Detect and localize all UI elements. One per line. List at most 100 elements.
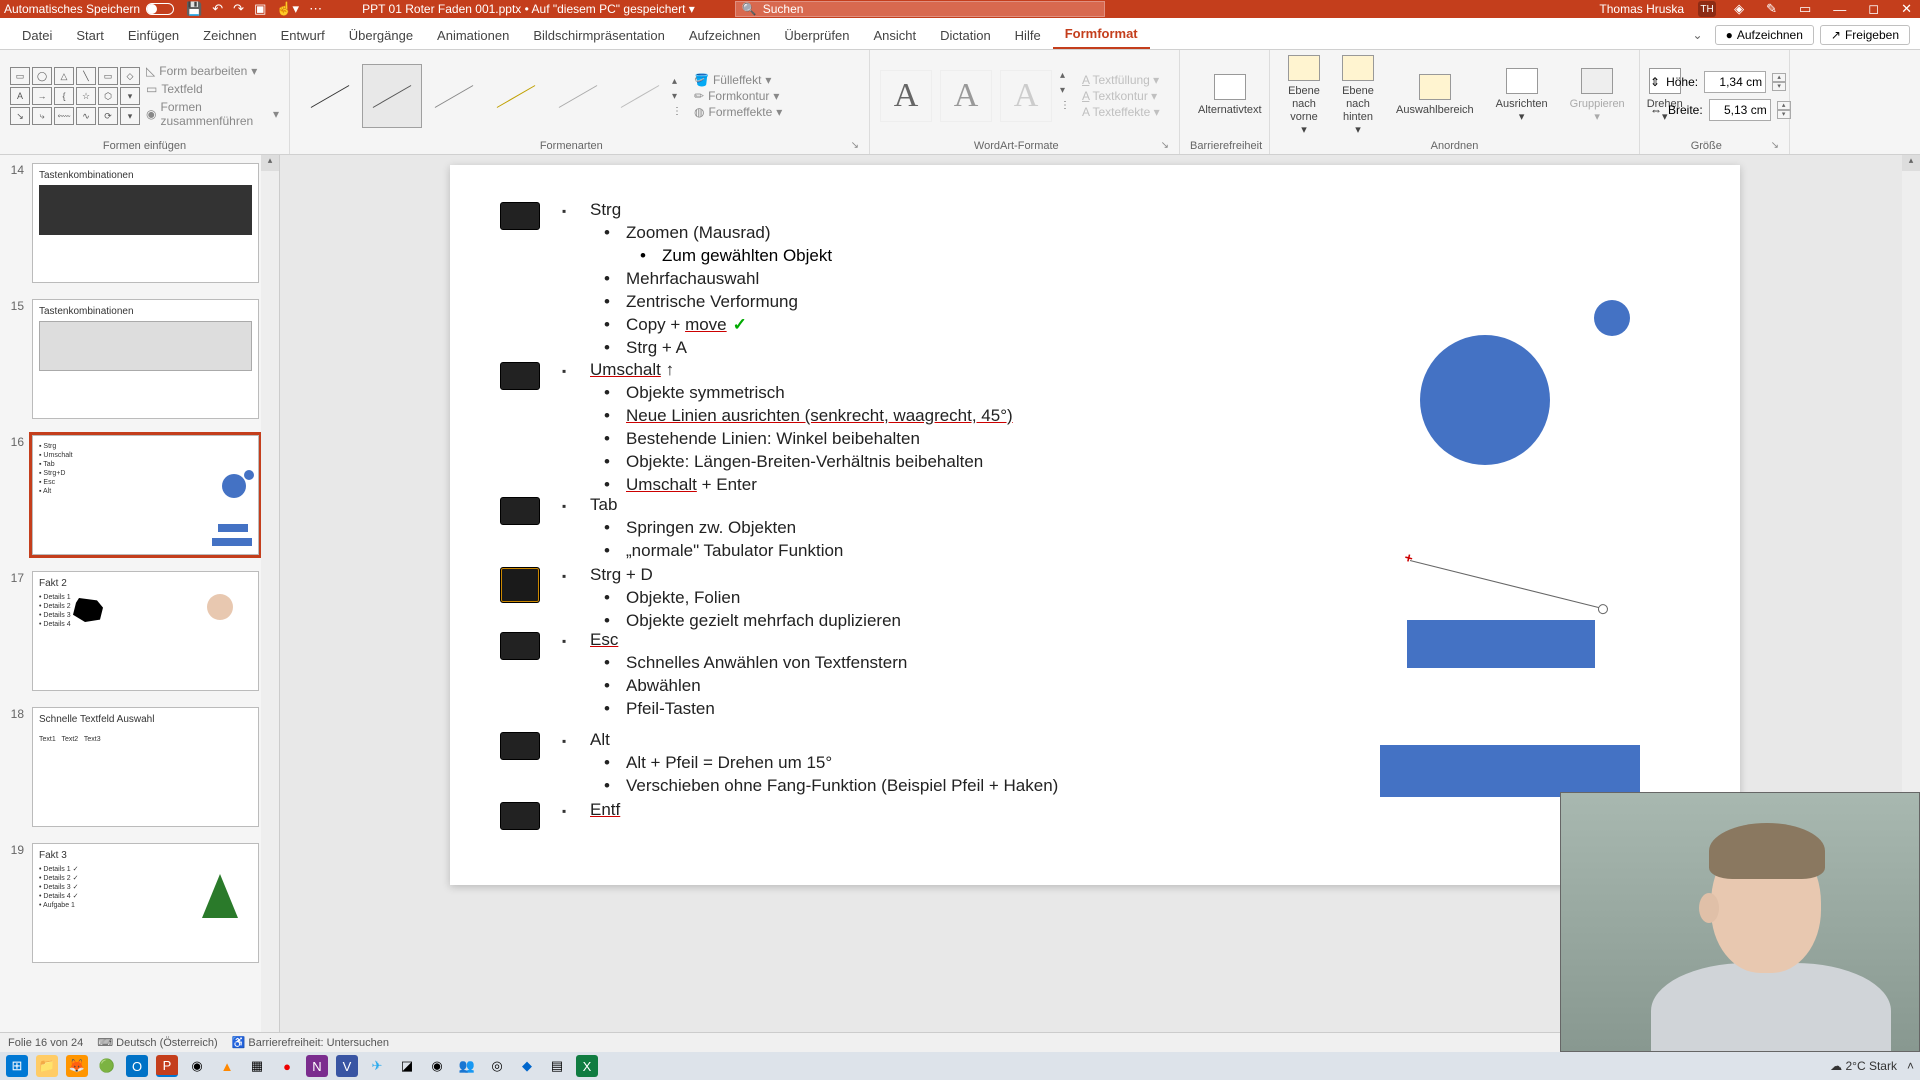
tab-uebergaenge[interactable]: Übergänge [337,22,425,49]
wordart-launcher-icon[interactable]: ↘ [1161,140,1169,151]
diamond-icon[interactable]: ◈ [1730,1,1748,17]
subbullet[interactable]: Zum gewählten Objekt [590,245,832,268]
tab-aufzeichnen[interactable]: Aufzeichnen [677,22,773,49]
taskbar-app-icon[interactable]: ◉ [186,1055,208,1077]
tab-datei[interactable]: Datei [10,22,64,49]
thumb-slide-15[interactable]: 15Tastenkombinationen [0,291,279,427]
edit-shape-button[interactable]: ◺ Form bearbeiten ▾ [146,63,279,79]
user-avatar[interactable]: TH [1698,1,1716,17]
ribbon-collapse-icon[interactable]: ⌄ [1687,26,1709,44]
align-button[interactable]: Ausrichten ▾ [1488,68,1556,124]
section-head-5[interactable]: Alt [590,730,610,750]
present-icon[interactable]: ▣ [254,1,266,17]
width-input[interactable] [1709,99,1771,121]
tab-hilfe[interactable]: Hilfe [1003,22,1053,49]
bullet-1-2[interactable]: Bestehende Linien: Winkel beibehalten [590,428,920,451]
tab-start[interactable]: Start [64,22,115,49]
tab-zeichnen[interactable]: Zeichnen [191,22,268,49]
bullet-4-2[interactable]: Pfeil-Tasten [590,698,715,721]
tab-entwurf[interactable]: Entwurf [269,22,337,49]
taskbar-telegram-icon[interactable]: ✈ [366,1055,388,1077]
save-icon[interactable]: 💾 [186,1,202,17]
section-head-0[interactable]: Strg [590,200,621,220]
status-accessibility[interactable]: ♿ Barrierefreiheit: Untersuchen [232,1036,389,1049]
tab-ueberpruefen[interactable]: Überprüfen [772,22,861,49]
height-up[interactable]: ▴ [1772,73,1786,82]
taskbar-outlook-icon[interactable]: O [126,1055,148,1077]
bullet-4-1[interactable]: Abwählen [590,675,701,698]
tab-formformat[interactable]: Formformat [1053,20,1150,49]
taskbar-powerpoint-icon[interactable]: P [156,1055,178,1077]
slide-thumbnails-panel[interactable]: 14Tastenkombinationen15Tastenkombination… [0,155,280,1050]
styles-launcher-icon[interactable]: ↘ [851,140,859,151]
document-title[interactable]: PPT 01 Roter Faden 001.pptx • Auf "diese… [362,2,695,16]
shape-small-circle[interactable] [1594,300,1630,336]
autosave-toggle[interactable] [146,3,174,15]
status-slide[interactable]: Folie 16 von 24 [8,1037,83,1049]
taskbar-firefox-icon[interactable]: 🦊 [66,1055,88,1077]
bullet-1-4[interactable]: Umschalt + Enter [590,474,757,497]
bullet-5-0[interactable]: Alt + Pfeil = Drehen um 15° [590,752,832,775]
bullet-0-1[interactable]: Mehrfachauswahl [590,268,759,291]
shape-outline-button[interactable]: ✏ Formkontur ▾ [694,89,782,103]
thumb-slide-14[interactable]: 14Tastenkombinationen [0,155,279,291]
user-name[interactable]: Thomas Hruska [1599,2,1684,16]
taskbar-app3-icon[interactable]: ● [276,1055,298,1077]
bullet-4-0[interactable]: Schnelles Anwählen von Textfenstern [590,652,907,675]
bullet-0-4[interactable]: Strg + A [590,337,687,360]
status-lang[interactable]: ⌨ Deutsch (Österreich) [97,1036,217,1049]
maximize-icon[interactable]: ◻ [1864,1,1883,17]
shapes-gallery[interactable]: ▭◯△╲▭◇ A→{☆⬡▾ ↘⤷⬳∿⟳▾ [10,67,140,125]
section-head-3[interactable]: Strg + D [590,565,653,585]
tab-bildschirm[interactable]: Bildschirmpräsentation [521,22,677,49]
bullet-3-1[interactable]: Objekte gezielt mehrfach duplizieren [590,610,901,633]
tab-ansicht[interactable]: Ansicht [861,22,928,49]
bullet-3-0[interactable]: Objekte, Folien [590,587,740,610]
bullet-2-0[interactable]: Springen zw. Objekten [590,517,796,540]
width-up[interactable]: ▴ [1777,101,1791,110]
height-input[interactable] [1704,71,1766,93]
taskbar-app9-icon[interactable]: ▤ [546,1055,568,1077]
thumb-slide-16[interactable]: 16▪ Strg▪ Umschalt▪ Tab▪ Strg+D▪ Esc▪ Al… [0,427,279,563]
minimize-icon[interactable]: — [1829,2,1850,17]
tray-chevron-icon[interactable]: ˄ [1907,1059,1914,1073]
wordart-gallery[interactable]: A A A ▴▾⋮ [880,70,1076,122]
alttext-button[interactable]: Alternativtext [1190,74,1270,117]
taskbar-app7-icon[interactable]: ◎ [486,1055,508,1077]
taskbar-excel-icon[interactable]: X [576,1055,598,1077]
redo-icon[interactable]: ↷ [233,1,244,17]
qat-more-icon[interactable]: ⋯ [309,1,322,17]
thumb-slide-17[interactable]: 17Fakt 2• Details 1• Details 2• Details … [0,563,279,699]
taskbar-app4-icon[interactable]: ◪ [396,1055,418,1077]
bullet-5-1[interactable]: Verschieben ohne Fang-Funktion (Beispiel… [590,775,1058,798]
width-down[interactable]: ▾ [1777,110,1791,119]
shape-rect-1[interactable] [1407,620,1595,668]
section-head-6[interactable]: Entf [590,800,620,820]
close-icon[interactable]: ✕ [1897,1,1916,17]
record-button[interactable]: ● Aufzeichnen [1715,25,1814,45]
weather-widget[interactable]: ☁ 2°C Stark [1830,1059,1897,1073]
shape-big-circle[interactable] [1420,335,1550,465]
taskbar-app8-icon[interactable]: ◆ [516,1055,538,1077]
taskbar-app6-icon[interactable]: 👥 [456,1055,478,1077]
section-head-2[interactable]: Tab [590,495,617,515]
taskbar-visio-icon[interactable]: V [336,1055,358,1077]
tab-einfuegen[interactable]: Einfügen [116,22,191,49]
start-button[interactable]: ⊞ [6,1055,28,1077]
pen-icon[interactable]: ✎ [1762,1,1781,17]
thumb-slide-18[interactable]: 18Schnelle Textfeld AuswahlText1 Text2 T… [0,699,279,835]
thumb-slide-19[interactable]: 19Fakt 3• Details 1 ✓• Details 2 ✓• Deta… [0,835,279,971]
section-head-4[interactable]: Esc [590,630,618,650]
slide-canvas[interactable]: StrgZoomen (Mausrad)Zum gewählten Objekt… [450,165,1740,885]
thumbs-scrollbar[interactable]: ▴ ▾ [261,155,279,1050]
taskbar-onenote-icon[interactable]: N [306,1055,328,1077]
search-input[interactable]: 🔍 Suchen [735,1,1105,17]
send-backward-button[interactable]: Ebene nach hinten ▾ [1334,55,1382,138]
bullet-1-3[interactable]: Objekte: Längen-Breiten-Verhältnis beibe… [590,451,983,474]
size-launcher-icon[interactable]: ↘ [1771,140,1779,151]
height-down[interactable]: ▾ [1772,82,1786,91]
taskbar-app2-icon[interactable]: ▦ [246,1055,268,1077]
shape-rect-2[interactable] [1380,745,1640,797]
selection-pane-button[interactable]: Auswahlbereich [1388,74,1482,117]
taskbar-vlc-icon[interactable]: ▲ [216,1055,238,1077]
